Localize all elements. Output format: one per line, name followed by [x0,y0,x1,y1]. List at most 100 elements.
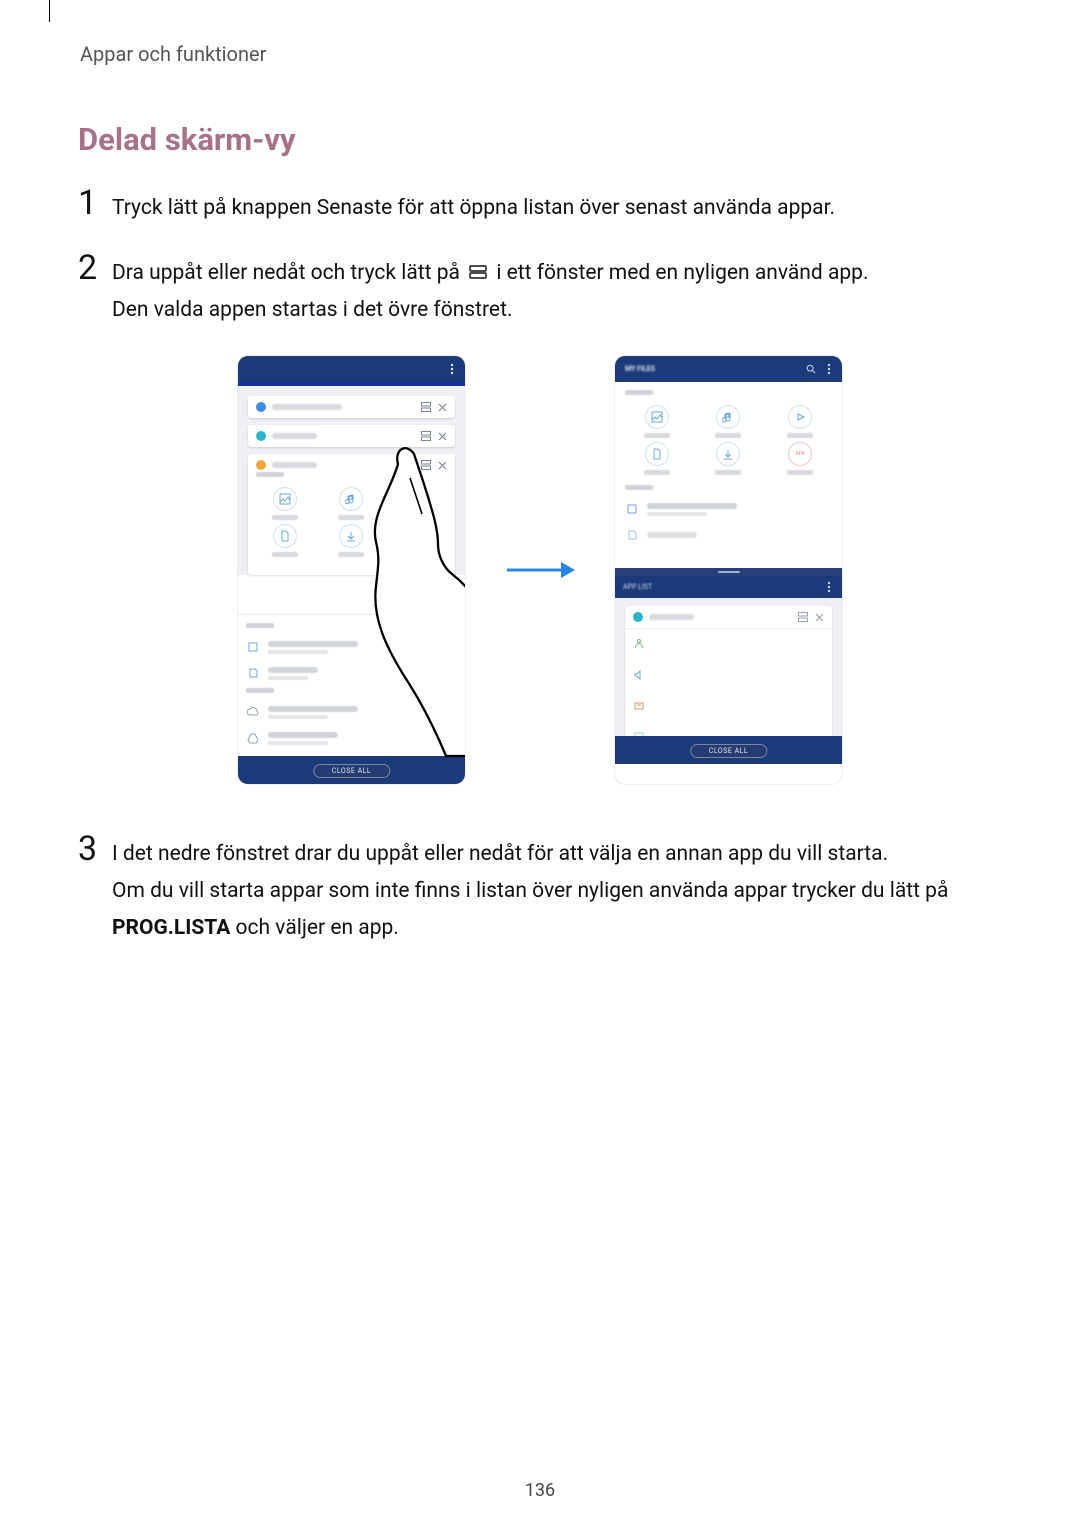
breadcrumb-text: Appar och funktioner [80,42,266,66]
close-icon [437,460,447,470]
phone-left: APK [238,356,465,784]
step-3-text: I det nedre fönstret drar du uppåt eller… [112,832,1002,946]
list-item [246,660,457,686]
close-all-label: CLOSE ALL [332,767,371,775]
app-dot-icon [256,402,266,412]
popup-icon [405,460,415,470]
app-dot-icon [256,460,266,470]
images-icon [273,487,297,511]
header-label: MY FILES [625,365,655,373]
split-handle [615,568,842,576]
notifications-icon [633,697,645,716]
list-item [625,496,832,522]
step-3b: Om du vill starta appar som inte finns i… [112,879,948,903]
sound-icon [633,666,645,685]
more-icon [824,582,834,592]
apk-icon: APK [406,524,430,548]
download-icon [339,524,363,548]
blurred-label [649,614,694,620]
step-number-2: 2 [78,251,112,285]
list-item [625,522,832,548]
step-2a: Dra uppåt eller nedåt och tryck lätt på [112,261,465,285]
phone-right-bottom: APP LIST [615,576,842,764]
top-left-rule [49,0,50,22]
list-item [625,660,832,691]
app-dot-icon [633,612,643,622]
section-label [625,390,653,395]
page-number: 136 [0,1480,1080,1501]
video-icon [406,487,430,511]
phone-right-top-header: MY FILES [615,356,842,382]
section-label [246,623,274,628]
manual-page: Appar och funktioner Delad skärm-vy 1 Tr… [0,0,1080,947]
split-view-icon [469,255,487,292]
storage-icon [625,502,639,516]
list-item [246,634,457,660]
list-item [625,691,832,722]
close-icon [814,612,824,622]
cloud-icon [246,705,260,719]
recent-card-3: APK [248,454,455,575]
step-2b: i ett fönster med en nyligen använd app. [496,261,868,285]
sdcard-icon [625,528,639,542]
step-number-3: 3 [78,832,112,866]
section-label [256,472,284,477]
audio-icon [716,405,740,429]
phone-right-footer: CLOSE ALL [615,736,842,764]
blurred-label [272,433,317,439]
phone-right-top-body: APK [615,382,842,568]
breadcrumb: Appar och funktioner [80,42,1002,66]
step-3c: och väljer en app. [230,916,398,940]
phone-right: MY FILES APK [615,356,842,784]
section-label [246,688,274,693]
section-title-text: Delad skärm-vy [78,121,296,158]
step-1-text: Tryck lätt på knappen Senaste för att öp… [112,186,1002,227]
document-icon [645,442,669,466]
more-icon [447,364,457,374]
list-item [246,725,457,751]
close-icon [437,431,447,441]
step-2-text: Dra uppåt eller nedåt och tryck lätt på … [112,251,1002,329]
more-icon [824,364,834,374]
step-3-bold: PROG.LISTA [112,916,230,940]
document-icon [273,524,297,548]
download-icon [716,442,740,466]
bottom-app-header: APP LIST [615,576,842,598]
split-icon [421,431,431,441]
phone-left-footer: CLOSE ALL [238,756,465,784]
illustration-row: APK [78,356,1002,784]
connections-icon [633,635,645,654]
arrow-right-icon [505,558,575,582]
step-3: 3 I det nedre fönstret drar du uppåt ell… [78,832,1002,946]
recent-card-2 [248,425,455,447]
step-2: 2 Dra uppåt eller nedåt och tryck lätt p… [78,251,1002,329]
app-dot-icon [256,431,266,441]
category-grid: APK [625,401,832,483]
list-item [246,699,457,725]
storage-icon [246,640,260,654]
sdcard-icon [246,666,260,680]
apk-icon: APK [788,442,812,466]
phone-left-header [238,356,465,382]
list-item [625,629,832,660]
blurred-label [272,462,317,468]
search-icon [806,364,816,374]
close-all-button: CLOSE ALL [313,764,390,778]
section-label [625,485,653,490]
header-label: APP LIST [623,583,652,591]
page-number-value: 136 [525,1480,555,1501]
step-2c: Den valda appen startas i det övre fönst… [112,298,512,322]
audio-icon [339,487,363,511]
bottom-recent-card [625,606,832,753]
split-icon [421,460,431,470]
step-1-content: Tryck lätt på knappen Senaste för att öp… [112,196,835,220]
close-all-label: CLOSE ALL [709,747,748,755]
phone-left-list [238,614,465,756]
step-number-1: 1 [78,186,112,220]
step-1: 1 Tryck lätt på knappen Senaste för att … [78,186,1002,227]
close-all-button: CLOSE ALL [690,744,767,758]
section-title: Delad skärm-vy [78,121,1002,158]
drive-icon [246,731,260,745]
images-icon [645,405,669,429]
split-icon [421,402,431,412]
